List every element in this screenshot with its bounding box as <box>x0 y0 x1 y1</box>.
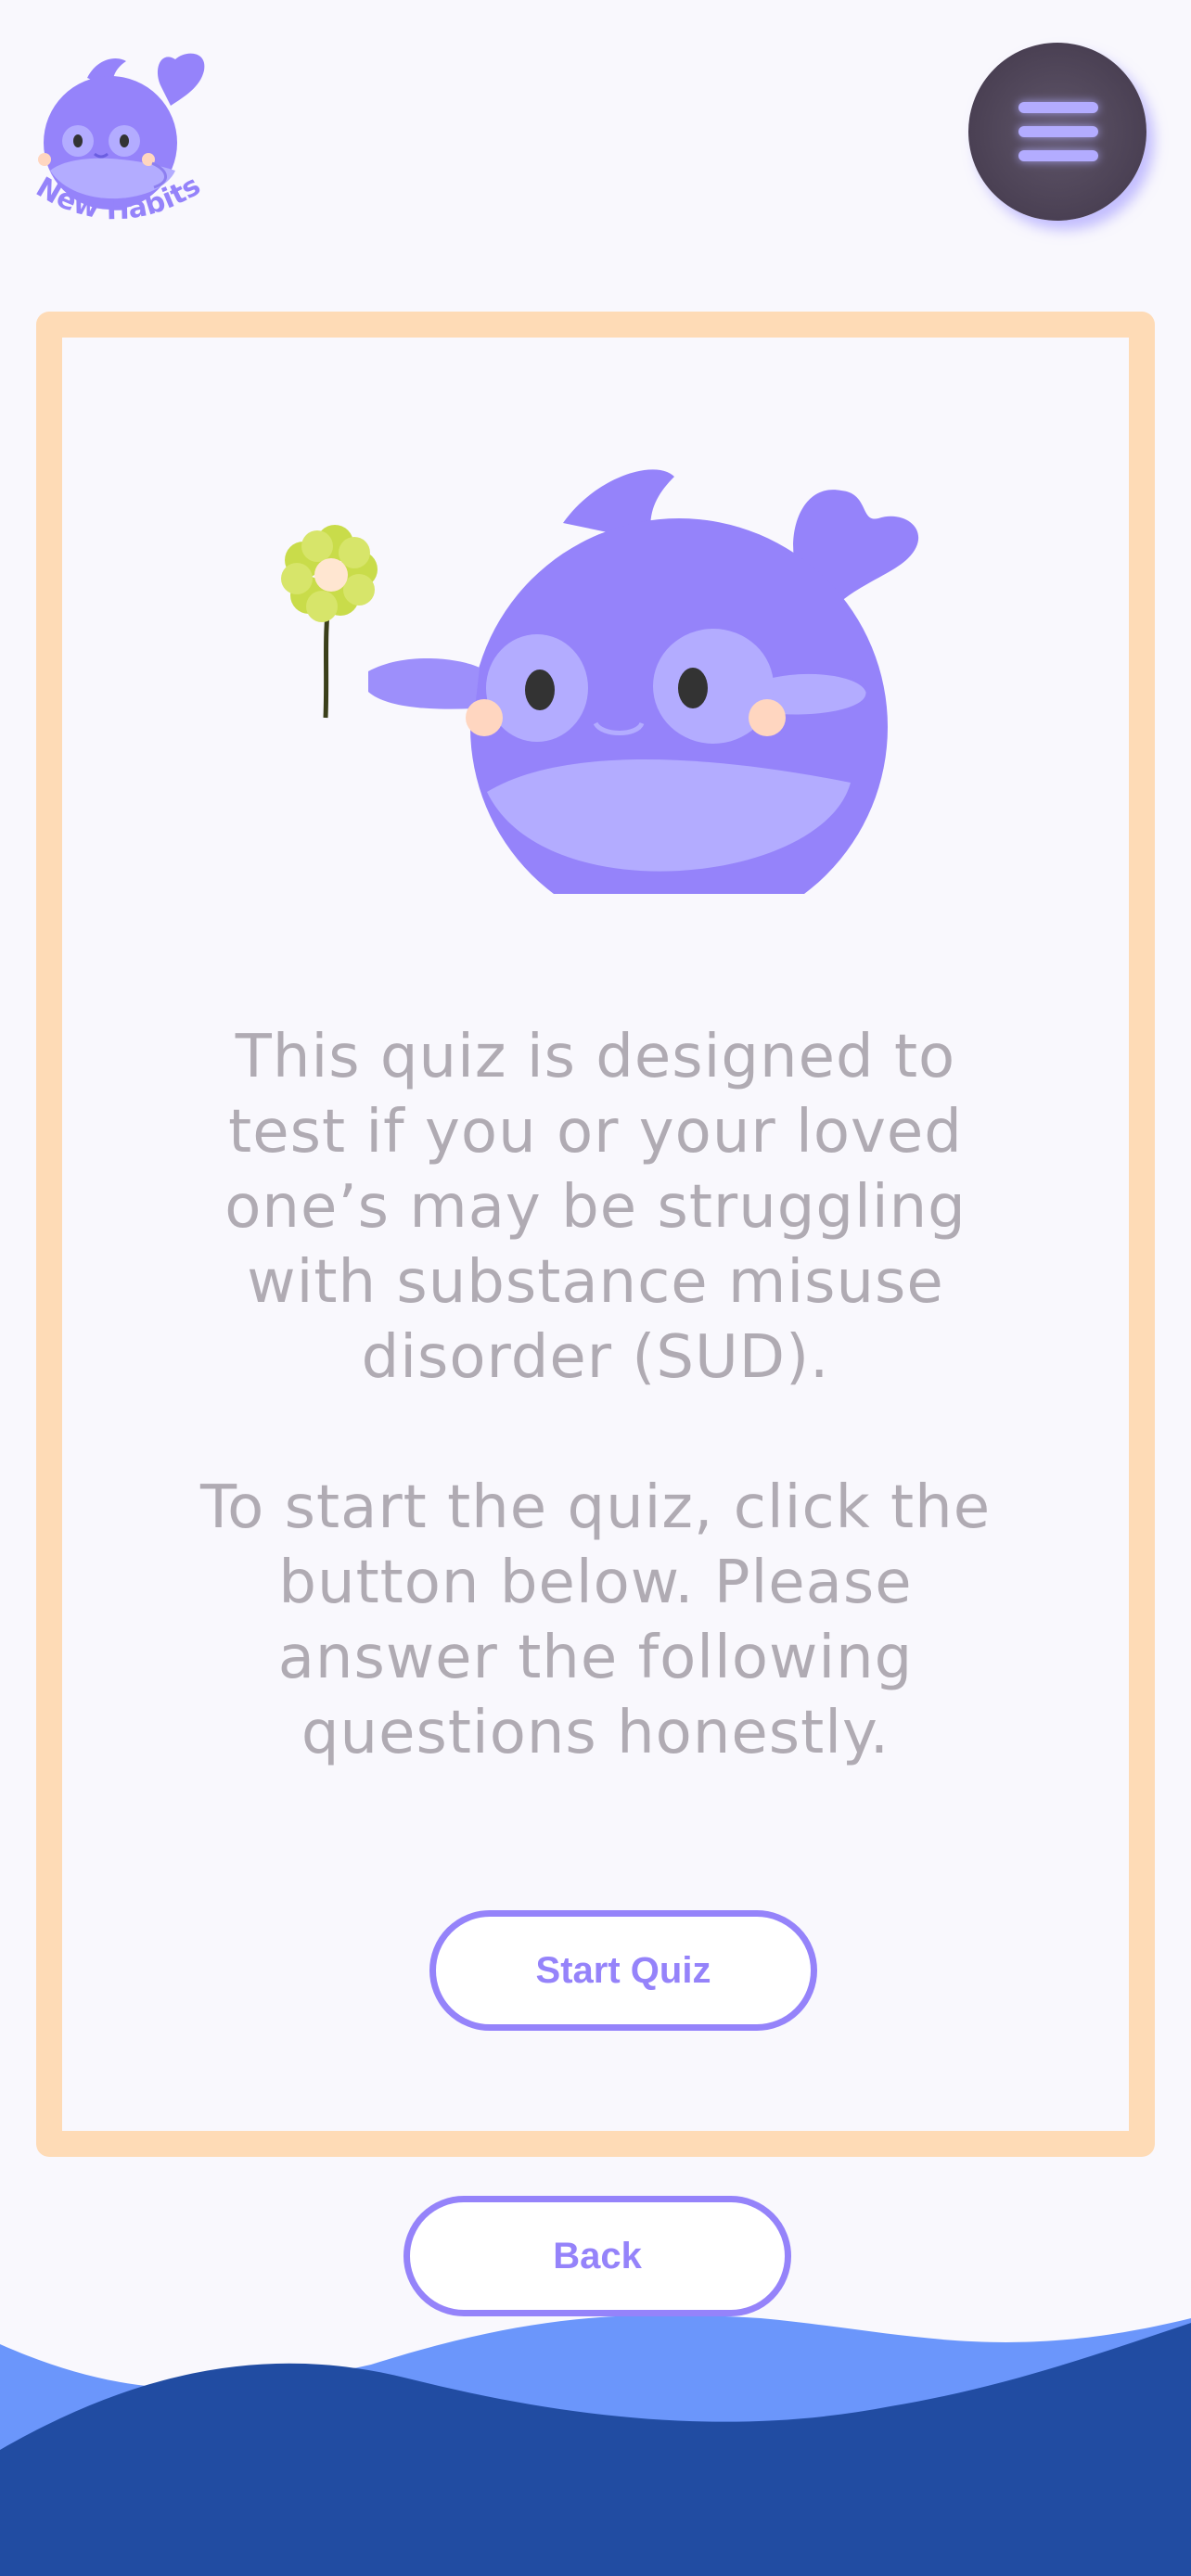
whale-icon <box>368 469 919 894</box>
quiz-description: This quiz is designed to test if you or … <box>224 1023 967 1392</box>
menu-button[interactable] <box>968 43 1146 221</box>
start-quiz-label: Start Quiz <box>535 1949 711 1991</box>
new-habits-logo[interactable]: New Habits <box>22 32 236 245</box>
whale-logo-icon: New Habits <box>31 53 206 226</box>
back-label: Back <box>553 2235 642 2276</box>
start-quiz-button[interactable]: Start Quiz <box>429 1910 817 2031</box>
quiz-instructions: To start the quiz, click the button belo… <box>199 1473 992 1767</box>
whale-mascot-illustration <box>281 469 919 894</box>
ocean-waves <box>0 2315 1191 2576</box>
back-button[interactable]: Back <box>403 2196 791 2316</box>
flower-icon <box>281 525 378 719</box>
quiz-intro-card: This quiz is designed to test if you or … <box>36 312 1155 2157</box>
